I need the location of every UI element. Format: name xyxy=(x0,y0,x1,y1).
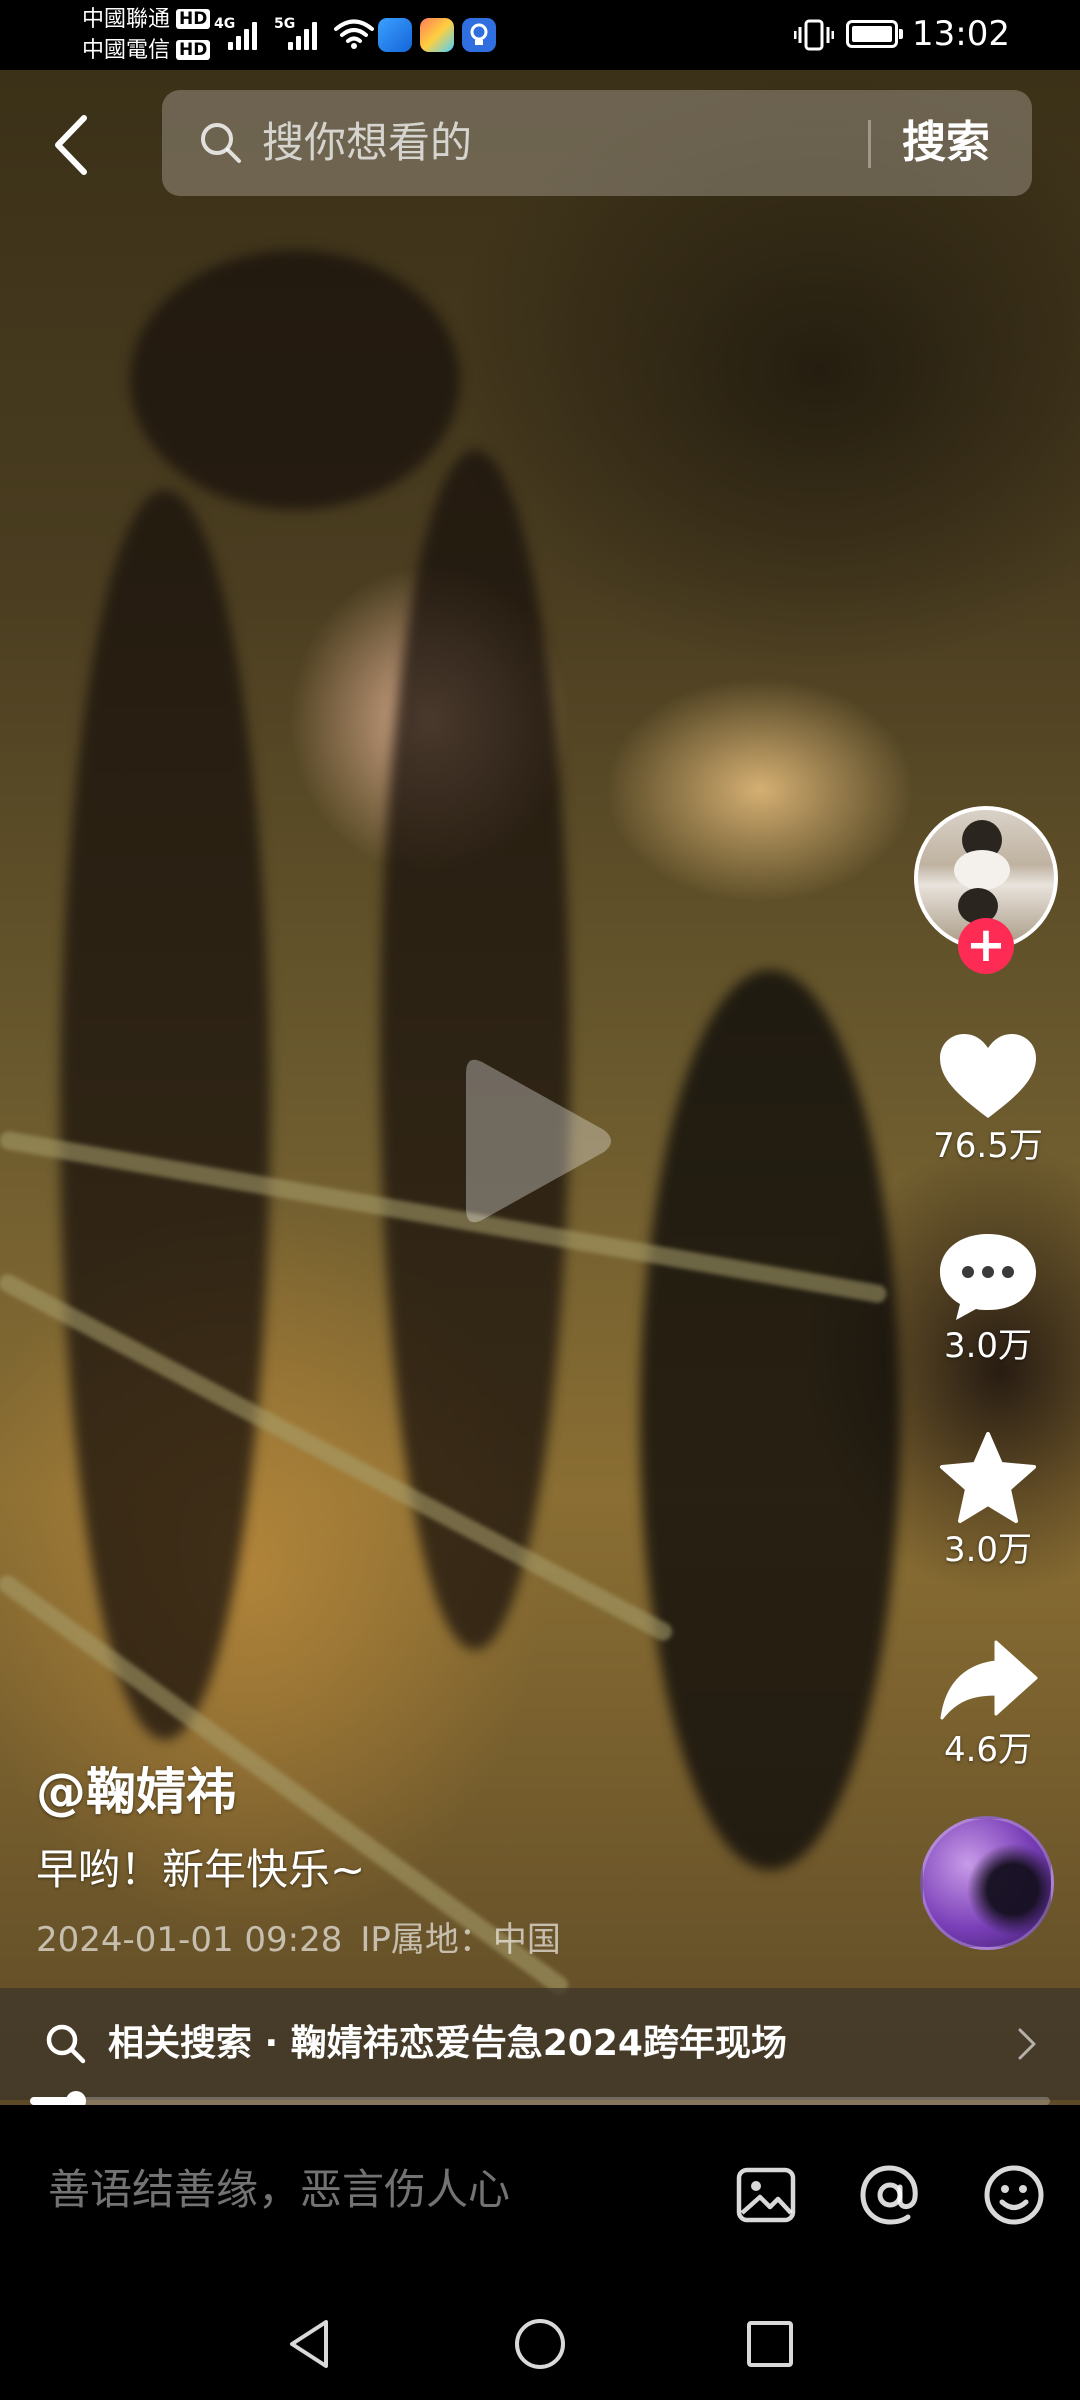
related-search-bar[interactable]: 相关搜索 · 鞠婧祎恋爱告急2024跨年现场 xyxy=(0,1988,1080,2100)
wifi-icon xyxy=(334,19,374,49)
comment-button[interactable]: 3.0万 xyxy=(918,1230,1058,1366)
favorite-button[interactable]: 3.0万 xyxy=(918,1430,1058,1570)
video-frame-shape xyxy=(60,490,270,1740)
status-bar: 中國聯通 HD 中國電信 HD 4G 5G 13:02 xyxy=(0,0,1080,70)
share-icon xyxy=(940,1640,1038,1720)
comment-input[interactable]: 善语结善缘，恶言伤人心 xyxy=(48,2163,510,2217)
nav-home-icon[interactable] xyxy=(510,2314,570,2374)
carrier-1-label: 中國聯通 xyxy=(82,7,171,32)
nav-back-icon[interactable] xyxy=(280,2314,340,2374)
follow-button[interactable]: + xyxy=(958,918,1014,974)
post-meta: 2024-01-01 09:28 IP属地：中国 xyxy=(36,1918,561,1962)
avatar-figure xyxy=(954,850,1010,890)
back-icon[interactable] xyxy=(44,110,104,180)
image-icon[interactable] xyxy=(734,2163,798,2227)
app-notification-icon-3 xyxy=(462,18,496,52)
emoji-icon[interactable] xyxy=(982,2163,1046,2227)
comment-bar: 善语结善缘，恶言伤人心 xyxy=(0,2105,1080,2290)
search-icon xyxy=(201,123,241,163)
carrier-1: 中國聯通 HD xyxy=(82,7,211,33)
like-button[interactable]: 76.5万 xyxy=(918,1030,1058,1166)
search-divider xyxy=(868,120,871,168)
related-search-text: 相关搜索 · 鞠婧祎恋爱告急2024跨年现场 xyxy=(108,2023,787,2064)
signal-5g-icon xyxy=(288,18,322,50)
status-time: 13:02 xyxy=(912,14,1010,54)
video-feed-screen: 中國聯通 HD 中國電信 HD 4G 5G 13:02 搜你想看的 搜索 + 7… xyxy=(0,0,1080,2400)
signal-4g-icon xyxy=(228,18,262,50)
nav-recents-icon[interactable] xyxy=(740,2314,800,2374)
search-input[interactable]: 搜你想看的 xyxy=(262,116,472,170)
vibrate-icon xyxy=(794,19,834,51)
star-icon xyxy=(940,1432,1036,1523)
favorite-count: 3.0万 xyxy=(943,1530,1033,1570)
search-icon xyxy=(46,2024,86,2064)
comment-icon xyxy=(940,1234,1036,1320)
video-frame-shape xyxy=(130,250,460,510)
author-name[interactable]: @鞠婧祎 xyxy=(36,1760,236,1824)
play-icon[interactable] xyxy=(458,1048,618,1234)
carrier-2: 中國電信 HD xyxy=(82,38,211,64)
music-disc[interactable] xyxy=(920,1816,1054,1950)
video-frame-shape xyxy=(640,970,900,1870)
video-progress-bar[interactable] xyxy=(30,2091,1050,2111)
post-date: 2024-01-01 09:28 xyxy=(36,1920,343,1960)
share-button[interactable]: 4.6万 xyxy=(918,1636,1058,1770)
system-nav-bar xyxy=(0,2290,1080,2400)
ip-location: IP属地：中国 xyxy=(360,1920,561,1960)
hd-badge-2: HD xyxy=(176,40,211,60)
hd-badge-1: HD xyxy=(176,9,211,29)
app-notification-icon-1 xyxy=(378,18,412,52)
search-button[interactable]: 搜索 xyxy=(902,114,990,172)
chevron-right-icon xyxy=(1018,2028,1036,2060)
heart-icon xyxy=(940,1034,1036,1118)
carrier-2-label: 中國電信 xyxy=(82,38,171,63)
search-bar[interactable]: 搜你想看的 搜索 xyxy=(162,90,1032,196)
like-count: 76.5万 xyxy=(933,1126,1043,1166)
battery-icon xyxy=(846,20,903,48)
video-caption: 早哟！新年快乐~ xyxy=(36,1845,366,1894)
at-icon[interactable] xyxy=(858,2163,922,2227)
comment-count: 3.0万 xyxy=(943,1326,1033,1366)
share-count: 4.6万 xyxy=(943,1730,1033,1770)
app-notification-icon-2 xyxy=(420,18,454,52)
